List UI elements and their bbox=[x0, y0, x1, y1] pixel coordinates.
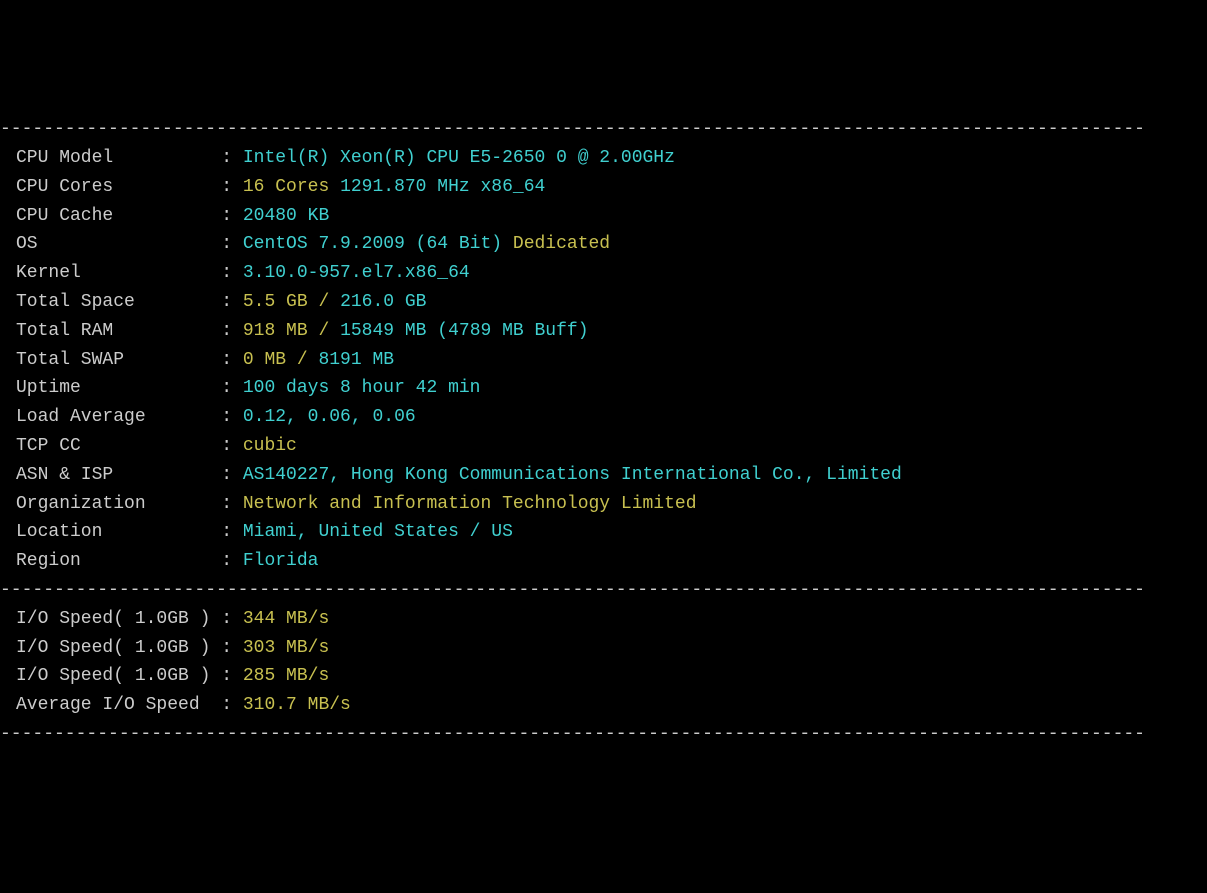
info-row: Total SWAP : 0 MB / 8191 MB bbox=[0, 346, 1207, 375]
info-row: ASN & ISP : AS140227, Hong Kong Communic… bbox=[0, 461, 1207, 490]
info-label: Load Average bbox=[16, 407, 221, 427]
info-row: Load Average : 0.12, 0.06, 0.06 bbox=[0, 403, 1207, 432]
io-label: I/O Speed( 1.0GB ) bbox=[16, 666, 221, 686]
io-row: I/O Speed( 1.0GB ) : 303 MB/s bbox=[0, 634, 1207, 663]
info-row: Uptime : 100 days 8 hour 42 min bbox=[0, 374, 1207, 403]
colon: : bbox=[221, 638, 243, 658]
colon: : bbox=[221, 465, 243, 485]
info-value: Miami, United States / US bbox=[243, 522, 513, 542]
info-label: Total Space bbox=[16, 292, 221, 312]
colon: : bbox=[221, 666, 243, 686]
info-value: 100 days 8 hour 42 min bbox=[243, 378, 481, 398]
info-value: 5.5 GB / bbox=[243, 292, 329, 312]
info-label: OS bbox=[16, 234, 221, 254]
info-value: 1291.870 MHz x86_64 bbox=[329, 177, 545, 197]
info-label: Uptime bbox=[16, 378, 221, 398]
info-value: CentOS 7.9.2009 (64 Bit) bbox=[243, 234, 513, 254]
io-label: I/O Speed( 1.0GB ) bbox=[16, 609, 221, 629]
colon: : bbox=[221, 695, 243, 715]
info-value: 3.10.0-957.el7.x86_64 bbox=[243, 263, 470, 283]
info-value: 918 MB / bbox=[243, 321, 329, 341]
divider: ----------------------------------------… bbox=[0, 115, 1207, 144]
info-row: CPU Model : Intel(R) Xeon(R) CPU E5-2650… bbox=[0, 144, 1207, 173]
colon: : bbox=[221, 206, 243, 226]
info-value: AS140227, Hong Kong Communications Inter… bbox=[243, 465, 902, 485]
info-value: Florida bbox=[243, 551, 319, 571]
colon: : bbox=[221, 350, 243, 370]
terminal-output: ----------------------------------------… bbox=[0, 115, 1207, 749]
colon: : bbox=[221, 292, 243, 312]
info-row: OS : CentOS 7.9.2009 (64 Bit) Dedicated bbox=[0, 230, 1207, 259]
io-row: I/O Speed( 1.0GB ) : 285 MB/s bbox=[0, 662, 1207, 691]
info-label: CPU Cache bbox=[16, 206, 221, 226]
info-label: Location bbox=[16, 522, 221, 542]
info-label: Kernel bbox=[16, 263, 221, 283]
info-value: Dedicated bbox=[513, 234, 610, 254]
io-value: 344 MB/s bbox=[243, 609, 329, 629]
info-value: Intel(R) Xeon(R) CPU E5-2650 0 @ 2.00GHz bbox=[243, 148, 675, 168]
info-value: 216.0 GB bbox=[329, 292, 426, 312]
info-label: ASN & ISP bbox=[16, 465, 221, 485]
divider: ----------------------------------------… bbox=[0, 576, 1207, 605]
info-label: Region bbox=[16, 551, 221, 571]
colon: : bbox=[221, 494, 243, 514]
colon: : bbox=[221, 263, 243, 283]
colon: : bbox=[221, 609, 243, 629]
io-row: I/O Speed( 1.0GB ) : 344 MB/s bbox=[0, 605, 1207, 634]
colon: : bbox=[221, 177, 243, 197]
info-row: Location : Miami, United States / US bbox=[0, 518, 1207, 547]
colon: : bbox=[221, 436, 243, 456]
info-value: 0 MB / bbox=[243, 350, 308, 370]
info-label: Total RAM bbox=[16, 321, 221, 341]
info-label: Organization bbox=[16, 494, 221, 514]
info-row: CPU Cores : 16 Cores 1291.870 MHz x86_64 bbox=[0, 173, 1207, 202]
info-value: 20480 KB bbox=[243, 206, 329, 226]
info-row: Total Space : 5.5 GB / 216.0 GB bbox=[0, 288, 1207, 317]
io-row: Average I/O Speed : 310.7 MB/s bbox=[0, 691, 1207, 720]
io-label: Average I/O Speed bbox=[16, 695, 221, 715]
colon: : bbox=[221, 234, 243, 254]
info-row: Kernel : 3.10.0-957.el7.x86_64 bbox=[0, 259, 1207, 288]
info-value: 15849 MB (4789 MB Buff) bbox=[329, 321, 588, 341]
info-label: CPU Model bbox=[16, 148, 221, 168]
info-label: CPU Cores bbox=[16, 177, 221, 197]
info-value: 0.12, 0.06, 0.06 bbox=[243, 407, 416, 427]
info-value: cubic bbox=[243, 436, 297, 456]
colon: : bbox=[221, 378, 243, 398]
colon: : bbox=[221, 321, 243, 341]
info-row: Region : Florida bbox=[0, 547, 1207, 576]
info-label: Total SWAP bbox=[16, 350, 221, 370]
info-value: 8191 MB bbox=[308, 350, 394, 370]
divider: ----------------------------------------… bbox=[0, 720, 1207, 749]
info-value: 16 Cores bbox=[243, 177, 329, 197]
io-value: 285 MB/s bbox=[243, 666, 329, 686]
info-row: TCP CC : cubic bbox=[0, 432, 1207, 461]
colon: : bbox=[221, 148, 243, 168]
colon: : bbox=[221, 407, 243, 427]
info-row: CPU Cache : 20480 KB bbox=[0, 202, 1207, 231]
colon: : bbox=[221, 522, 243, 542]
info-label: TCP CC bbox=[16, 436, 221, 456]
io-value: 303 MB/s bbox=[243, 638, 329, 658]
info-row: Organization : Network and Information T… bbox=[0, 490, 1207, 519]
info-row: Total RAM : 918 MB / 15849 MB (4789 MB B… bbox=[0, 317, 1207, 346]
io-label: I/O Speed( 1.0GB ) bbox=[16, 638, 221, 658]
io-value: 310.7 MB/s bbox=[243, 695, 351, 715]
colon: : bbox=[221, 551, 243, 571]
info-value: Network and Information Technology Limit… bbox=[243, 494, 697, 514]
